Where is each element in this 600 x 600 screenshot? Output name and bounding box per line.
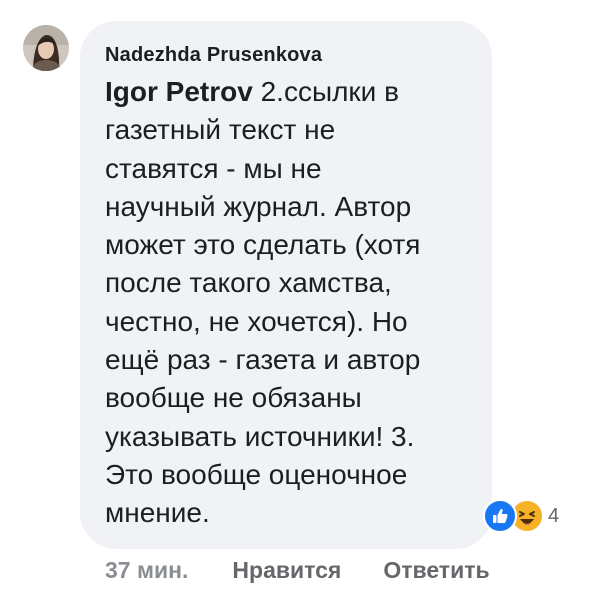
comment-actions: 37 мин. Нравится Ответить xyxy=(105,557,490,584)
comment-text-line: ставятся - мы не xyxy=(105,152,322,184)
comment-text-line: может это сделать (хотя xyxy=(105,229,421,261)
comment-text: Igor Petrov 2.ссылки в газетный текст не… xyxy=(105,73,475,533)
reply-button[interactable]: Ответить xyxy=(383,557,489,584)
timestamp[interactable]: 37 мин. xyxy=(105,557,188,584)
user-photo xyxy=(23,25,69,71)
comment-text-line: указывать источники! 3. xyxy=(105,420,415,452)
comment-text-line: ещё раз - газета и автор xyxy=(105,344,421,376)
like-icon xyxy=(483,499,517,533)
reaction-count: 4 xyxy=(548,504,560,527)
comment-author[interactable]: Nadezhda Prusenkova xyxy=(105,44,322,67)
comment-text-line: научный журнал. Автор xyxy=(105,190,412,222)
comment-text-line: честно, не хочется). Но xyxy=(105,305,408,337)
comment-text-line: Это вообще оценочное xyxy=(105,458,408,490)
comment-text-line: газетный текст не xyxy=(105,114,336,146)
comment-text-line: мнение. xyxy=(105,497,210,529)
comment-line-1: Igor Petrov 2.ссылки в xyxy=(105,73,475,111)
reactions-summary[interactable]: 4 xyxy=(483,499,560,533)
comment-text-line: 2.ссылки в xyxy=(252,76,399,107)
like-button[interactable]: Нравится xyxy=(232,557,341,584)
comment-text-line: после такого хамства, xyxy=(105,267,392,299)
mention-link[interactable]: Igor Petrov xyxy=(105,76,253,107)
comment-text-line: вообще не обязаны xyxy=(105,382,362,414)
avatar[interactable] xyxy=(23,25,69,71)
